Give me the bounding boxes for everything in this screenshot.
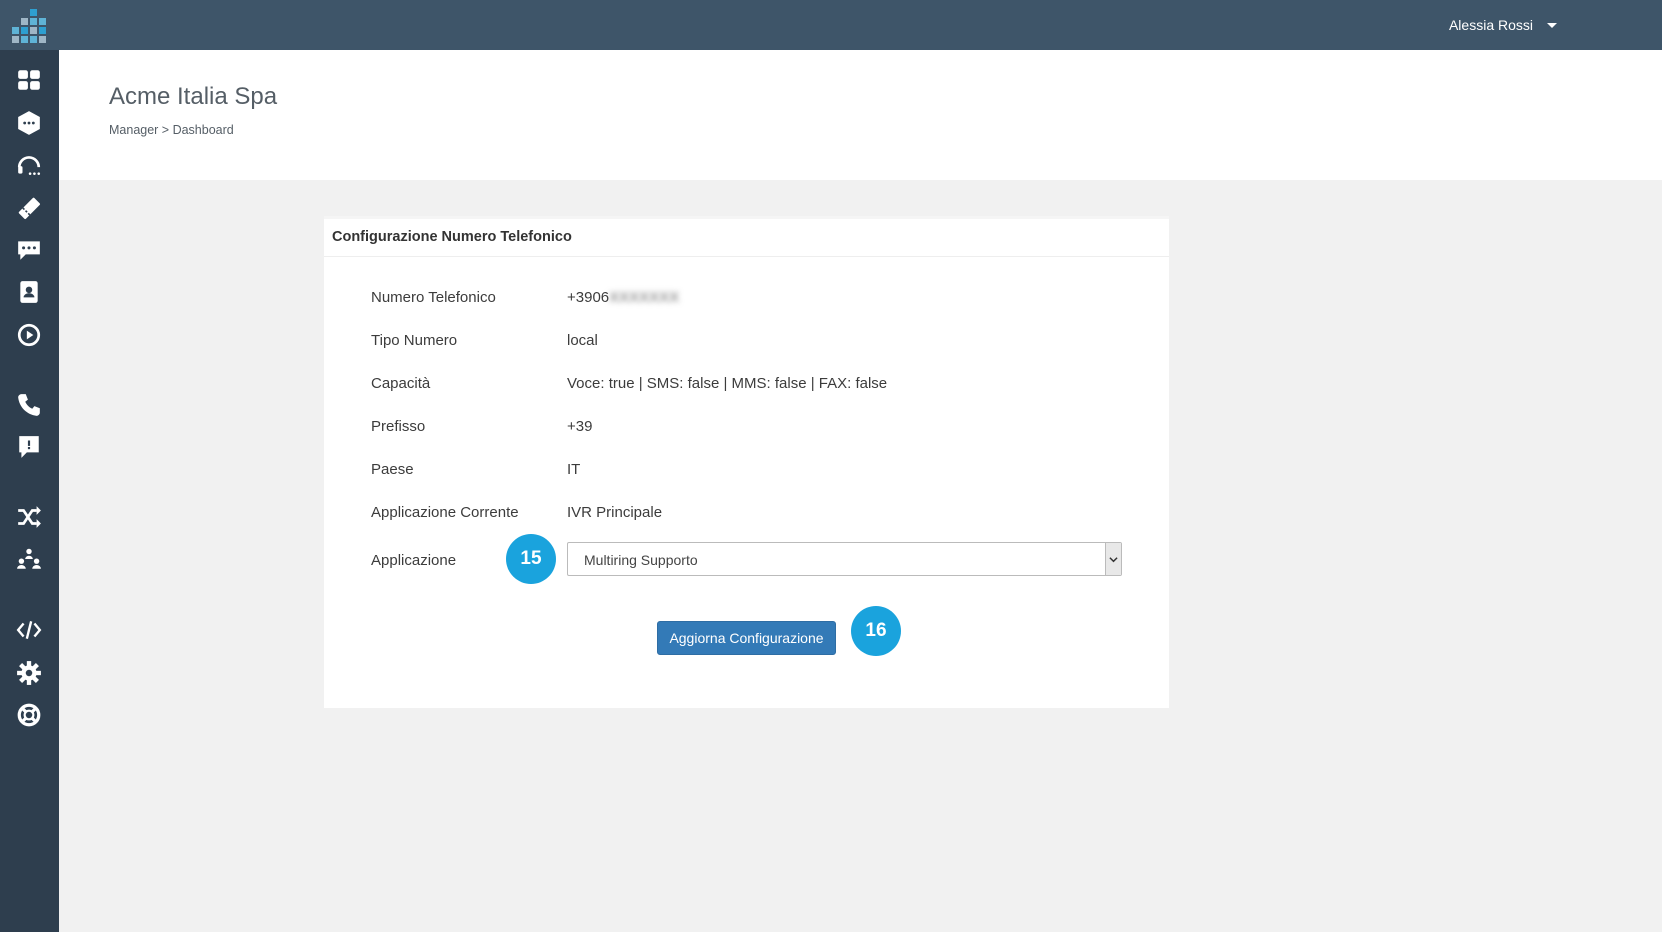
phone-number-blurred: XXXXXXX (609, 289, 680, 306)
field-value-number-type: local (567, 332, 598, 349)
field-label-phone-number: Numero Telefonico (371, 289, 496, 306)
top-bar: Alessia Rossi (0, 0, 1662, 50)
phone-number-visible: +3906 (567, 289, 610, 306)
caret-down-icon (1547, 22, 1557, 28)
lifebuoy-icon[interactable] (16, 702, 42, 728)
field-label-capability: Capacità (371, 375, 431, 392)
field-label-prefix: Prefisso (371, 418, 426, 435)
ticket-icon[interactable] (16, 195, 42, 221)
field-value-country: IT (567, 461, 581, 478)
application-label: Applicazione ? (371, 552, 527, 569)
gear-icon[interactable] (16, 660, 42, 686)
code-icon[interactable] (16, 617, 42, 643)
hexagon-chat-icon[interactable] (16, 110, 42, 136)
field-value-capability: Voce: true | SMS: false | MMS: false | F… (567, 375, 888, 392)
team-icon[interactable] (16, 546, 42, 572)
field-value-current-app: IVR Principale (567, 504, 663, 521)
field-value-phone-number: +3906XXXXXXX (567, 289, 679, 306)
field-label-country: Paese (371, 461, 414, 478)
chat-bubble-icon[interactable] (16, 237, 42, 263)
card-title: Configurazione Numero Telefonico (324, 219, 1169, 257)
step-marker-15: 15 (506, 534, 556, 584)
phone-config-card: Configurazione Numero Telefonico Numero … (324, 216, 1169, 708)
field-label-number-type: Tipo Numero (371, 332, 458, 349)
update-config-button[interactable]: Aggiorna Configurazione (657, 621, 836, 655)
user-menu[interactable]: Alessia Rossi (1449, 17, 1557, 33)
application-select[interactable]: Multiring Supporto (567, 542, 1122, 576)
field-value-prefix: +39 (567, 418, 593, 435)
field-label-current-app: Applicazione Corrente (371, 504, 519, 521)
user-name: Alessia Rossi (1448, 17, 1533, 33)
contacts-icon[interactable] (16, 279, 42, 305)
step-marker-16: 16 (851, 606, 901, 656)
chevron-down-icon[interactable] (1105, 543, 1121, 575)
breadcrumb: Manager > Dashboard (109, 123, 234, 137)
app-logo-icon[interactable] (12, 9, 47, 43)
shuffle-icon[interactable] (16, 504, 42, 530)
message-icon[interactable] (16, 434, 42, 460)
phone-icon[interactable] (16, 392, 42, 418)
play-icon[interactable] (16, 322, 42, 348)
page-header: Acme Italia Spa Manager > Dashboard (59, 50, 1662, 180)
dashboard-icon[interactable] (16, 67, 42, 93)
sidebar (0, 50, 59, 932)
page-title: Acme Italia Spa (109, 83, 278, 110)
application-label-text: Applicazione (371, 552, 457, 569)
application-select-value: Multiring Supporto (584, 552, 698, 568)
headset-icon[interactable] (16, 152, 42, 178)
